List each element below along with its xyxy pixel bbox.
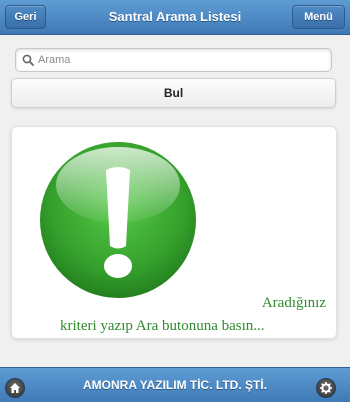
search-input[interactable] [38, 50, 328, 70]
exclamation-icon [40, 142, 196, 298]
search-button[interactable]: Bul [11, 78, 336, 108]
settings-button[interactable] [316, 378, 336, 398]
header-bar: Geri Santral Arama Listesi Menü [0, 0, 350, 35]
message-card: Aradığınız kriteri yazıp Ara butonuna ba… [11, 126, 337, 339]
search-box[interactable] [15, 48, 332, 72]
search-icon [22, 54, 34, 66]
company-name: AMONRA YAZILIM TİC. LTD. ŞTİ. [83, 378, 267, 392]
menu-button[interactable]: Menü [292, 5, 345, 29]
message-line-1: Aradığınız [261, 295, 326, 311]
footer-bar: AMONRA YAZILIM TİC. LTD. ŞTİ. [0, 367, 350, 402]
gear-icon [320, 382, 332, 394]
message-line-2: kriteri yazıp Ara butonuna basın... [60, 318, 265, 334]
